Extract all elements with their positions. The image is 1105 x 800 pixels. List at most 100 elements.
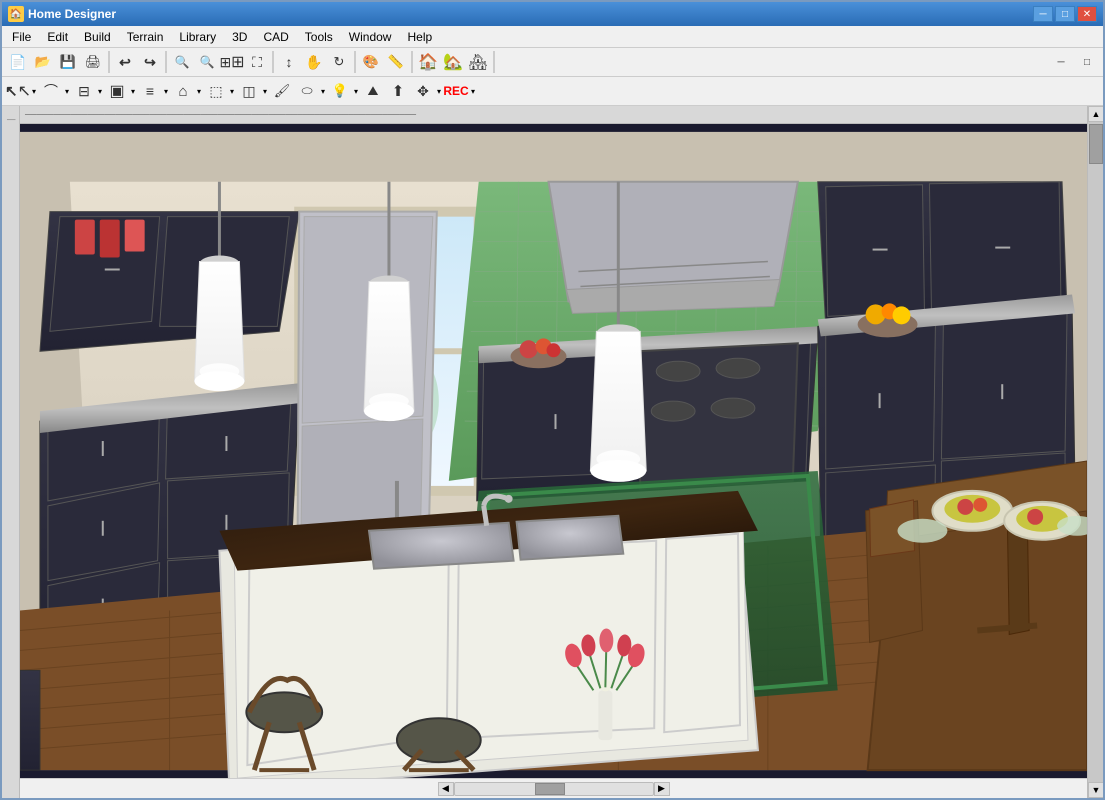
menu-terrain[interactable]: Terrain xyxy=(119,26,172,47)
rotate-button[interactable]: ↻ xyxy=(327,50,351,74)
wall-dropdown[interactable]: ▾ xyxy=(96,79,104,103)
sep3 xyxy=(272,51,274,73)
new-button[interactable] xyxy=(6,50,30,74)
garage-button[interactable]: 🏘 xyxy=(466,50,490,74)
select-tool-button[interactable]: ↖ xyxy=(6,79,30,103)
open-button[interactable] xyxy=(31,50,55,74)
paint-tool-button[interactable]: 🖌 xyxy=(270,79,294,103)
rec-button[interactable]: REC xyxy=(444,79,468,103)
house-button[interactable]: 🏠 xyxy=(416,50,440,74)
wall-tool-button[interactable] xyxy=(72,79,96,103)
toolbar-min-button[interactable]: ─ xyxy=(1049,50,1073,74)
minimize-button[interactable]: ─ xyxy=(1033,6,1053,22)
menu-edit[interactable]: Edit xyxy=(39,26,76,47)
canvas-area: ────────────────────────────────────────… xyxy=(20,106,1087,798)
window-dropdown[interactable]: ▾ xyxy=(228,79,236,103)
cabinet-dropdown[interactable]: ▾ xyxy=(129,79,137,103)
rec-dropdown[interactable]: ▾ xyxy=(469,79,477,103)
texture-tool-group: ⬭ ▾ xyxy=(295,79,327,103)
main-window: 🏠 Home Designer ─ □ ✕ File Edit Build Te… xyxy=(0,0,1105,800)
poly-tool-group: ⌒ ▾ xyxy=(39,79,71,103)
stairs-tool-group: ≡ ▾ xyxy=(138,79,170,103)
select-dropdown[interactable]: ▾ xyxy=(30,79,38,103)
stairs-tool-button[interactable]: ≡ xyxy=(138,79,162,103)
kitchen-3d-scene xyxy=(20,124,1087,778)
scene-svg xyxy=(20,124,1087,778)
menu-build[interactable]: Build xyxy=(76,26,119,47)
app-icon: 🏠 xyxy=(8,6,24,22)
scrollbar-thumb[interactable] xyxy=(1089,124,1103,164)
menu-3d[interactable]: 3D xyxy=(224,26,255,47)
menu-window[interactable]: Window xyxy=(341,26,400,47)
fixture-tool-group: ◫ ▾ xyxy=(237,79,269,103)
up-tool-button[interactable]: ⬆ xyxy=(386,79,410,103)
light-tool-button[interactable]: 💡 xyxy=(328,79,352,103)
materials-button[interactable]: 🎨 xyxy=(359,50,383,74)
undo-button[interactable] xyxy=(113,50,137,74)
snap-dropdown[interactable]: ▾ xyxy=(435,79,443,103)
vertical-scrollbar: ▲ ▼ xyxy=(1087,106,1103,798)
texture-dropdown[interactable]: ▾ xyxy=(319,79,327,103)
menu-tools[interactable]: Tools xyxy=(297,26,341,47)
print-button[interactable] xyxy=(81,50,105,74)
viewport[interactable] xyxy=(20,124,1087,778)
toolbar-max-button[interactable]: □ xyxy=(1075,50,1099,74)
scroll-right-button[interactable]: ▶ xyxy=(654,782,670,796)
zoom-fit-button[interactable]: ⊞ xyxy=(220,50,244,74)
poly-dropdown[interactable]: ▾ xyxy=(63,79,71,103)
window-tool-button[interactable]: ⬚ xyxy=(204,79,228,103)
window-title: Home Designer xyxy=(28,7,1029,21)
ruler-vertical: │ xyxy=(2,106,20,798)
zoom-out-button[interactable] xyxy=(195,50,219,74)
zoom-fullscreen-button[interactable]: ⛶ xyxy=(245,50,269,74)
wall-tool-group: ▾ xyxy=(72,79,104,103)
menu-cad[interactable]: CAD xyxy=(255,26,296,47)
save-button[interactable] xyxy=(56,50,80,74)
sep1 xyxy=(108,51,110,73)
close-button[interactable]: ✕ xyxy=(1077,6,1097,22)
horizontal-scrollbar[interactable] xyxy=(454,782,654,796)
maximize-button[interactable]: □ xyxy=(1055,6,1075,22)
cabinet-tool-button[interactable]: ▣ xyxy=(105,79,129,103)
sep4 xyxy=(354,51,356,73)
redo-button[interactable] xyxy=(138,50,162,74)
select-tool-group: ↖ ▾ xyxy=(6,79,38,103)
terrain-tool-button[interactable]: ⛰ xyxy=(361,79,385,103)
roof-tool-group: ⌂ ▾ xyxy=(171,79,203,103)
fixture-tool-button[interactable]: ◫ xyxy=(237,79,261,103)
menu-help[interactable]: Help xyxy=(399,26,440,47)
move-snap-group: ✥ ▾ xyxy=(411,79,443,103)
sep5 xyxy=(411,51,413,73)
house2-button[interactable]: 🏡 xyxy=(441,50,465,74)
light-dropdown[interactable]: ▾ xyxy=(352,79,360,103)
sep6 xyxy=(493,51,495,73)
measure-button[interactable]: 📏 xyxy=(384,50,408,74)
scroll-down-button[interactable]: ▼ xyxy=(1088,782,1103,798)
pan-button[interactable]: ✋ xyxy=(302,50,326,74)
texture-tool-button[interactable]: ⬭ xyxy=(295,79,319,103)
poly-tool-button[interactable]: ⌒ xyxy=(39,79,63,103)
sep2 xyxy=(165,51,167,73)
toolbar-primary: ⊞ ⛶ ↕ ✋ ↻ 🎨 📏 🏠 🏡 🏘 ─ □ xyxy=(2,48,1103,77)
toolbar-secondary: ↖ ▾ ⌒ ▾ ▾ ▣ ▾ ≡ ▾ ⌂ ▾ ⬚ ▾ ◫ ▾ xyxy=(2,77,1103,106)
move-tool-button[interactable]: ↕ xyxy=(277,50,301,74)
cabinet-tool-group: ▣ ▾ xyxy=(105,79,137,103)
window-controls: ─ □ ✕ xyxy=(1033,6,1097,22)
zoom-in-button[interactable] xyxy=(170,50,194,74)
horizontal-scrollbar-thumb[interactable] xyxy=(535,783,565,795)
main-content: │ ──────────────────────────────────────… xyxy=(2,106,1103,798)
scroll-up-button[interactable]: ▲ xyxy=(1088,106,1103,122)
fixture-dropdown[interactable]: ▾ xyxy=(261,79,269,103)
menu-file[interactable]: File xyxy=(4,26,39,47)
scroll-left-button[interactable]: ◀ xyxy=(438,782,454,796)
menu-library[interactable]: Library xyxy=(171,26,224,47)
bottom-scrollbar-bar: ◀ ▶ xyxy=(20,778,1087,798)
snap-tool-button[interactable]: ✥ xyxy=(411,79,435,103)
roof-dropdown[interactable]: ▾ xyxy=(195,79,203,103)
window-tool-group: ⬚ ▾ xyxy=(204,79,236,103)
title-bar: 🏠 Home Designer ─ □ ✕ xyxy=(2,2,1103,26)
stairs-dropdown[interactable]: ▾ xyxy=(162,79,170,103)
menu-bar: File Edit Build Terrain Library 3D CAD T… xyxy=(2,26,1103,48)
roof-tool-button[interactable]: ⌂ xyxy=(171,79,195,103)
scrollbar-track[interactable] xyxy=(1088,122,1103,782)
